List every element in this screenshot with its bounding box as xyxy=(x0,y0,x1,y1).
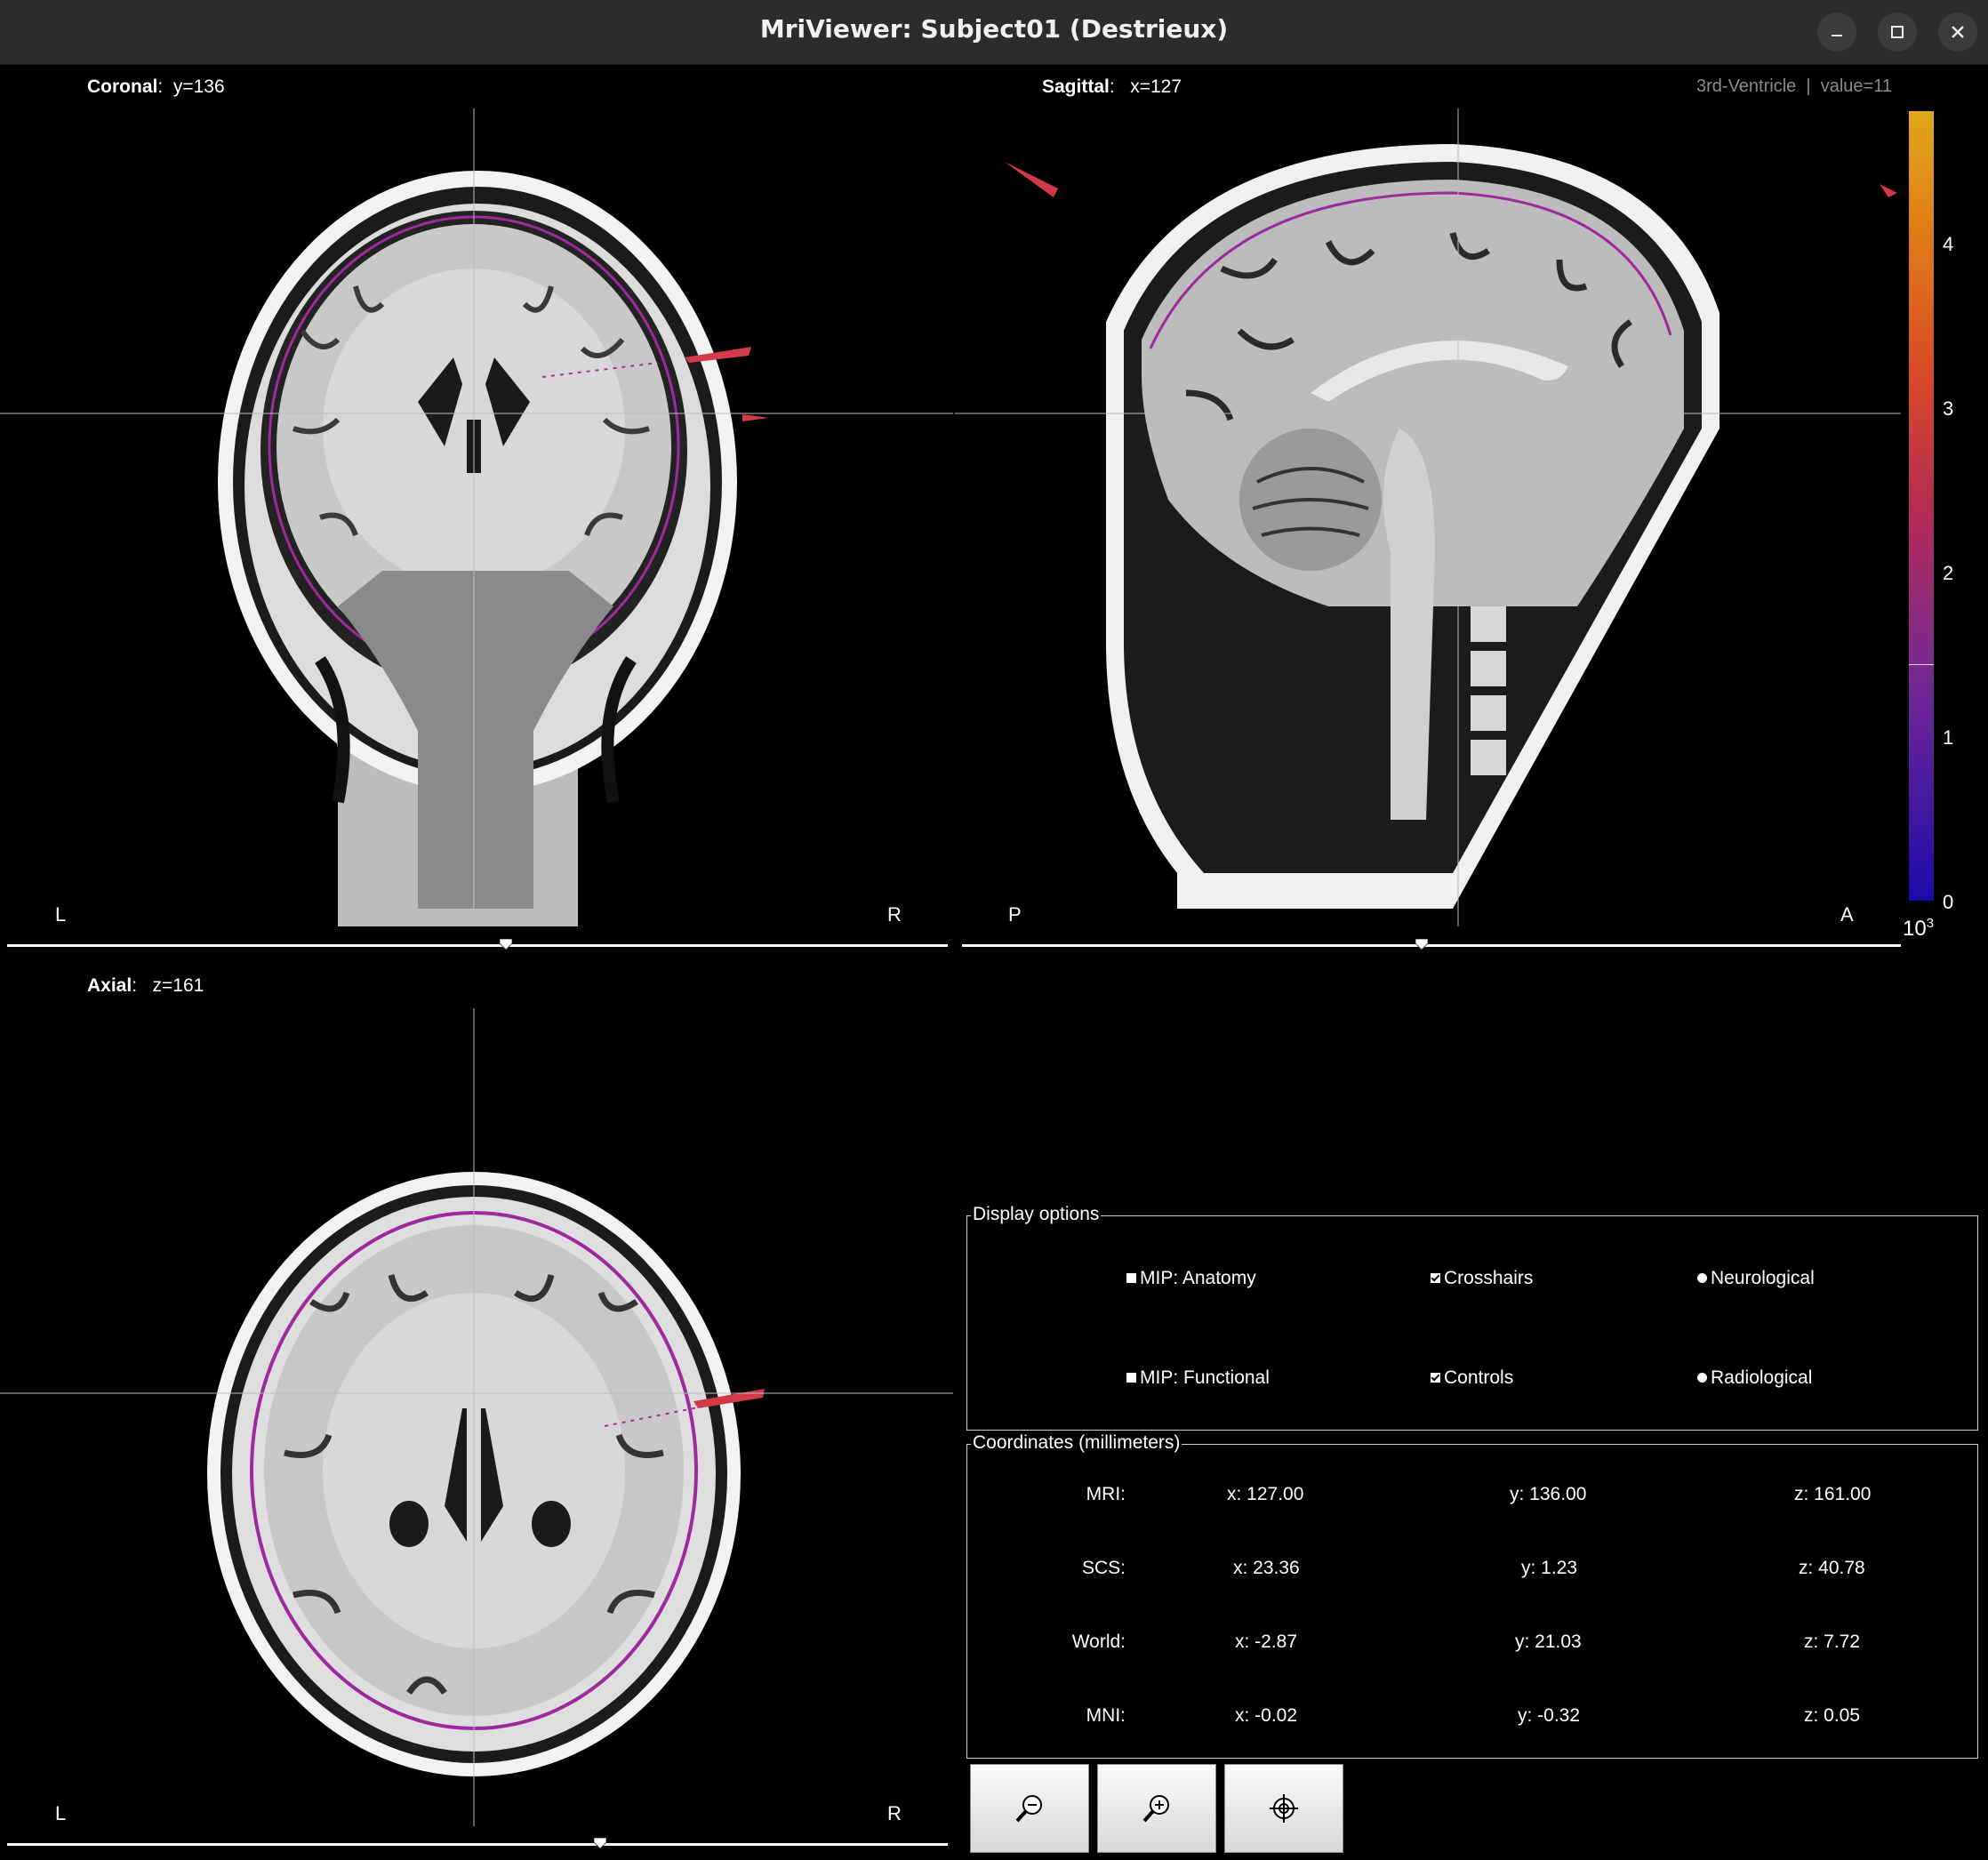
coord-row-label: SCS: xyxy=(1081,1558,1126,1578)
radio-icon xyxy=(1697,1273,1707,1283)
sagittal-view-label: Sagittal: x=127 xyxy=(1042,76,1182,97)
coord-row-label: World: xyxy=(1071,1632,1126,1652)
sagittal-posterior-label: P xyxy=(1008,903,1022,926)
coord-y[interactable]: y: 1.23 xyxy=(1521,1558,1577,1579)
close-button[interactable] xyxy=(1938,12,1977,52)
axial-left-label: L xyxy=(55,1802,67,1824)
colorbar-exponent-base: 10 xyxy=(1903,917,1927,941)
axial-slice-slider[interactable] xyxy=(7,1838,948,1848)
coord-y[interactable]: y: -0.32 xyxy=(1518,1705,1580,1727)
axial-view-name: Axial xyxy=(87,975,132,996)
coronal-view-name: Coronal xyxy=(87,76,158,97)
crosshairs-checkbox[interactable]: Crosshairs xyxy=(1431,1268,1533,1289)
coronal-slice-image xyxy=(0,108,953,926)
axial-slider-track xyxy=(7,1843,948,1846)
colorbar-tick: 3 xyxy=(1943,397,1954,420)
mip-anatomy-label: MIP: Anatomy xyxy=(1140,1268,1256,1288)
coord-row-label: MNI: xyxy=(1086,1705,1126,1726)
neurological-radio[interactable]: Neurological xyxy=(1697,1268,1815,1289)
neurological-label: Neurological xyxy=(1711,1268,1815,1288)
radio-icon xyxy=(1697,1373,1707,1383)
title-bar: MriViewer: Subject01 (Destrieux) xyxy=(0,0,1988,65)
coord-z[interactable]: z: 0.05 xyxy=(1804,1705,1860,1727)
checkbox-icon xyxy=(1126,1273,1136,1283)
sagittal-slider-thumb[interactable] xyxy=(1415,939,1429,950)
zoom-in-icon xyxy=(1142,1795,1169,1823)
window-title: MriViewer: Subject01 (Destrieux) xyxy=(759,14,1229,44)
hover-region-label: 3rd-Ventricle xyxy=(1696,76,1797,96)
colorbar-threshold-line xyxy=(1909,664,1934,665)
coord-z[interactable]: z: 40.78 xyxy=(1799,1558,1865,1579)
coronal-right-label: R xyxy=(887,903,902,926)
set-coordinates-icon xyxy=(1270,1794,1298,1823)
sagittal-slice-image xyxy=(955,108,1901,926)
hover-separator: | xyxy=(1806,76,1811,96)
coord-z[interactable]: z: 161.00 xyxy=(1794,1484,1871,1505)
zoom-out-icon xyxy=(1015,1795,1042,1823)
maximize-button[interactable] xyxy=(1878,12,1917,52)
crosshairs-label: Crosshairs xyxy=(1444,1268,1534,1288)
axial-right-label: R xyxy=(887,1802,902,1824)
axial-slice-image xyxy=(0,1008,953,1826)
radiological-label: Radiological xyxy=(1711,1367,1813,1388)
colorbar xyxy=(1909,111,1934,901)
display-options-title: Display options xyxy=(971,1204,1102,1225)
maximize-icon xyxy=(1891,26,1904,38)
coronal-view-label: Coronal: y=136 xyxy=(87,76,225,97)
colorbar-tick: 0 xyxy=(1943,891,1954,913)
set-coordinates-button[interactable] xyxy=(1224,1764,1343,1853)
axial-view-label: Axial: z=161 xyxy=(87,975,204,996)
minimize-button[interactable] xyxy=(1817,12,1856,52)
colorbar-tick: 4 xyxy=(1943,233,1954,255)
sagittal-anterior-label: A xyxy=(1840,903,1854,926)
axial-slider-thumb[interactable] xyxy=(593,1838,606,1848)
colorbar-exponent: 3 xyxy=(1926,916,1935,931)
hover-value: value=11 xyxy=(1820,76,1892,96)
mip-functional-checkbox[interactable]: MIP: Functional xyxy=(1126,1367,1270,1389)
checkbox-checked-icon xyxy=(1431,1373,1440,1383)
coronal-coordinate: y=136 xyxy=(172,76,225,97)
coord-x[interactable]: x: -0.02 xyxy=(1235,1705,1297,1727)
colorbar-scale-exponent: 103 xyxy=(1903,916,1934,942)
coronal-slider-thumb[interactable] xyxy=(499,939,512,950)
sagittal-slider-track xyxy=(962,944,1901,947)
checkbox-checked-icon xyxy=(1431,1273,1440,1283)
coord-x[interactable]: x: 23.36 xyxy=(1233,1558,1300,1579)
sagittal-coordinate: x=127 xyxy=(1130,76,1182,97)
controls-label: Controls xyxy=(1444,1367,1514,1388)
zoom-out-button[interactable] xyxy=(970,1764,1089,1853)
radiological-radio[interactable]: Radiological xyxy=(1697,1367,1812,1389)
colorbar-tick: 1 xyxy=(1943,726,1954,749)
sagittal-view[interactable] xyxy=(955,108,1901,926)
axial-coordinate: z=161 xyxy=(152,975,204,996)
zoom-in-button[interactable] xyxy=(1097,1764,1216,1853)
hover-info: 3rd-Ventricle | value=11 xyxy=(1696,76,1892,97)
close-icon xyxy=(1952,26,1964,38)
coord-x[interactable]: x: 127.00 xyxy=(1227,1484,1303,1505)
coronal-view[interactable] xyxy=(0,108,953,926)
controls-checkbox[interactable]: Controls xyxy=(1431,1367,1513,1389)
coronal-left-label: L xyxy=(55,903,67,926)
coord-y[interactable]: y: 136.00 xyxy=(1510,1484,1586,1505)
coord-z[interactable]: z: 7.72 xyxy=(1804,1632,1860,1653)
display-options-group: Display options xyxy=(966,1204,1978,1431)
minimize-icon xyxy=(1832,35,1842,36)
coronal-slice-slider[interactable] xyxy=(7,939,948,950)
sagittal-slice-slider[interactable] xyxy=(962,939,1901,950)
mip-anatomy-checkbox[interactable]: MIP: Anatomy xyxy=(1126,1268,1256,1289)
coord-row-label: MRI: xyxy=(1086,1484,1126,1504)
coordinates-title: Coordinates (millimeters) xyxy=(971,1432,1182,1454)
coronal-slider-track xyxy=(7,944,948,947)
mip-functional-label: MIP: Functional xyxy=(1140,1367,1270,1388)
checkbox-icon xyxy=(1126,1373,1136,1383)
coord-y[interactable]: y: 21.03 xyxy=(1515,1632,1582,1653)
sagittal-view-name: Sagittal xyxy=(1042,76,1110,97)
axial-view[interactable] xyxy=(0,1008,953,1826)
coord-x[interactable]: x: -2.87 xyxy=(1235,1632,1297,1653)
colorbar-tick: 2 xyxy=(1943,562,1954,584)
